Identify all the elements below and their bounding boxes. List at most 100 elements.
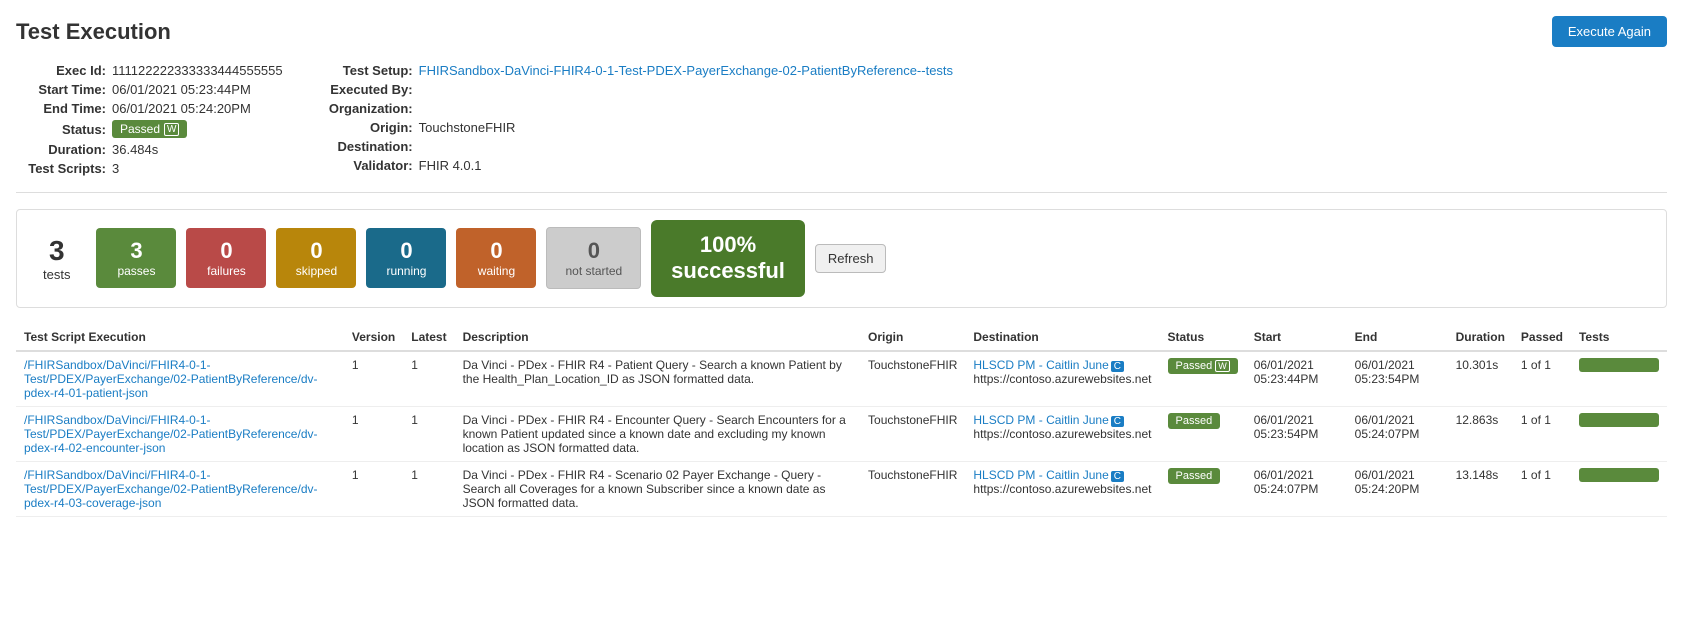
validator-value: FHIR 4.0.1 <box>419 158 482 173</box>
td-description: Da Vinci - PDex - FHIR R4 - Scenario 02 … <box>455 461 860 516</box>
td-passed: 1 of 1 <box>1513 351 1571 407</box>
col-destination: Destination <box>965 324 1159 351</box>
exec-id-label: Exec Id: <box>16 63 106 78</box>
col-latest: Latest <box>403 324 454 351</box>
script-link[interactable]: /FHIRSandbox/DaVinci/FHIR4-0-1-Test/PDEX… <box>24 413 336 455</box>
end-time-row: End Time: 06/01/2021 05:24:20PM <box>16 101 283 116</box>
execute-again-button[interactable]: Execute Again <box>1552 16 1667 47</box>
exec-id-value: 111122222333333444555555 <box>112 63 283 78</box>
origin-row: Origin: TouchstoneFHIR <box>323 120 953 135</box>
test-scripts-row: Test Scripts: 3 <box>16 161 283 176</box>
td-script: /FHIRSandbox/DaVinci/FHIR4-0-1-Test/PDEX… <box>16 406 344 461</box>
td-version: 1 <box>344 351 403 407</box>
refresh-button[interactable]: Refresh <box>815 244 887 273</box>
td-destination: HLSCD PM - Caitlin JuneChttps://contoso.… <box>965 406 1159 461</box>
test-setup-link[interactable]: FHIRSandbox-DaVinci-FHIR4-0-1-Test-PDEX-… <box>419 63 953 78</box>
stat-failures: 0 failures <box>186 228 266 288</box>
stat-total: 3 tests <box>27 227 86 290</box>
success-label: successful <box>671 258 785 284</box>
progress-bar-fill <box>1579 413 1659 427</box>
organization-label: Organization: <box>323 101 413 116</box>
td-latest: 1 <box>403 406 454 461</box>
td-tests <box>1571 461 1667 516</box>
td-duration: 12.863s <box>1448 406 1513 461</box>
progress-bar-container <box>1579 413 1659 427</box>
dest-url: https://contoso.azurewebsites.net <box>973 427 1151 441</box>
table-header-row: Test Script Execution Version Latest Des… <box>16 324 1667 351</box>
test-scripts-value: 3 <box>112 161 119 176</box>
col-origin: Origin <box>860 324 965 351</box>
status-w-badge: W <box>164 123 179 136</box>
td-status: Passed <box>1160 406 1246 461</box>
dest-link[interactable]: HLSCD PM - Caitlin JuneC <box>973 468 1124 482</box>
td-description: Da Vinci - PDex - FHIR R4 - Patient Quer… <box>455 351 860 407</box>
test-scripts-table: Test Script Execution Version Latest Des… <box>16 324 1667 517</box>
col-version: Version <box>344 324 403 351</box>
td-start: 06/01/2021 05:23:44PM <box>1246 351 1347 407</box>
td-version: 1 <box>344 461 403 516</box>
table-row: /FHIRSandbox/DaVinci/FHIR4-0-1-Test/PDEX… <box>16 461 1667 516</box>
meta-right: Test Setup: FHIRSandbox-DaVinci-FHIR4-0-… <box>323 63 953 176</box>
meta-section: Exec Id: 111122222333333444555555 Start … <box>16 63 1667 193</box>
success-badge: 100% successful <box>651 220 805 297</box>
td-duration: 10.301s <box>1448 351 1513 407</box>
td-duration: 13.148s <box>1448 461 1513 516</box>
stat-skipped-label: skipped <box>294 264 338 278</box>
progress-bar-fill <box>1579 358 1659 372</box>
dest-link[interactable]: HLSCD PM - Caitlin JuneC <box>973 358 1124 372</box>
stat-not-started-num: 0 <box>565 238 622 264</box>
executed-by-label: Executed By: <box>323 82 413 97</box>
status-row: Status: Passed W <box>16 120 283 138</box>
c-badge: C <box>1111 416 1124 427</box>
td-end: 06/01/2021 05:23:54PM <box>1347 351 1448 407</box>
test-setup-label: Test Setup: <box>323 63 413 78</box>
c-badge: C <box>1111 361 1124 372</box>
validator-row: Validator: FHIR 4.0.1 <box>323 158 953 173</box>
td-latest: 1 <box>403 461 454 516</box>
stat-running: 0 running <box>366 228 446 288</box>
td-description: Da Vinci - PDex - FHIR R4 - Encounter Qu… <box>455 406 860 461</box>
stat-passes-num: 3 <box>114 238 158 264</box>
stat-waiting-num: 0 <box>474 238 518 264</box>
td-script: /FHIRSandbox/DaVinci/FHIR4-0-1-Test/PDEX… <box>16 461 344 516</box>
progress-bar-fill <box>1579 468 1659 482</box>
td-tests <box>1571 351 1667 407</box>
stat-skipped-num: 0 <box>294 238 338 264</box>
td-destination: HLSCD PM - Caitlin JuneChttps://contoso.… <box>965 351 1159 407</box>
table-row: /FHIRSandbox/DaVinci/FHIR4-0-1-Test/PDEX… <box>16 406 1667 461</box>
stat-waiting-label: waiting <box>474 264 518 278</box>
col-start: Start <box>1246 324 1347 351</box>
td-end: 06/01/2021 05:24:07PM <box>1347 406 1448 461</box>
col-status: Status <box>1160 324 1246 351</box>
dest-link[interactable]: HLSCD PM - Caitlin JuneC <box>973 413 1124 427</box>
progress-bar-container <box>1579 358 1659 372</box>
executed-by-row: Executed By: <box>323 82 953 97</box>
stat-passes-label: passes <box>114 264 158 278</box>
table-row: /FHIRSandbox/DaVinci/FHIR4-0-1-Test/PDEX… <box>16 351 1667 407</box>
td-version: 1 <box>344 406 403 461</box>
w-badge: W <box>1215 360 1230 372</box>
status-badge: Passed <box>1168 468 1221 484</box>
td-passed: 1 of 1 <box>1513 406 1571 461</box>
start-time-value: 06/01/2021 05:23:44PM <box>112 82 251 97</box>
td-passed: 1 of 1 <box>1513 461 1571 516</box>
start-time-row: Start Time: 06/01/2021 05:23:44PM <box>16 82 283 97</box>
stat-total-label: tests <box>43 267 70 282</box>
test-setup-row: Test Setup: FHIRSandbox-DaVinci-FHIR4-0-… <box>323 63 953 78</box>
stat-running-num: 0 <box>384 238 428 264</box>
script-link[interactable]: /FHIRSandbox/DaVinci/FHIR4-0-1-Test/PDEX… <box>24 468 336 510</box>
col-script: Test Script Execution <box>16 324 344 351</box>
stat-not-started: 0 not started <box>546 227 641 289</box>
td-origin: TouchstoneFHIR <box>860 351 965 407</box>
organization-row: Organization: <box>323 101 953 116</box>
progress-bar-container <box>1579 468 1659 482</box>
test-scripts-label: Test Scripts: <box>16 161 106 176</box>
stat-running-label: running <box>384 264 428 278</box>
col-end: End <box>1347 324 1448 351</box>
stat-failures-label: failures <box>204 264 248 278</box>
stat-total-num: 3 <box>43 235 70 267</box>
td-origin: TouchstoneFHIR <box>860 461 965 516</box>
script-link[interactable]: /FHIRSandbox/DaVinci/FHIR4-0-1-Test/PDEX… <box>24 358 336 400</box>
exec-id-row: Exec Id: 111122222333333444555555 <box>16 63 283 78</box>
col-duration: Duration <box>1448 324 1513 351</box>
